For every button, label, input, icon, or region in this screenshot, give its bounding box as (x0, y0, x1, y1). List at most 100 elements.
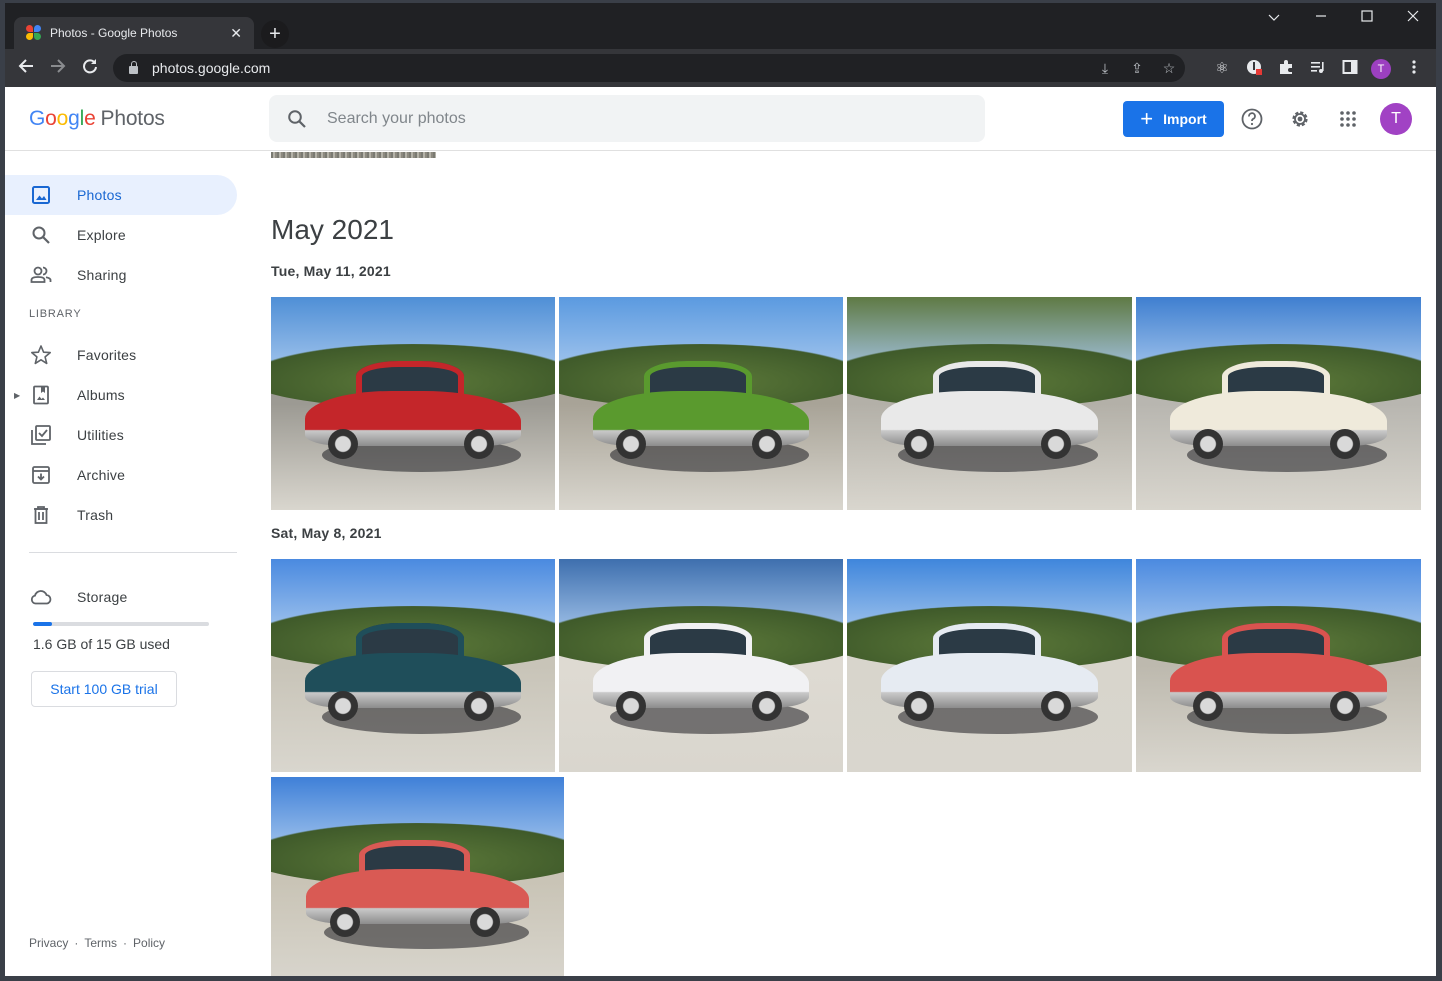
react-devtools-icon[interactable]: ⚛ (1212, 59, 1232, 77)
search-input[interactable] (327, 109, 927, 128)
tab-search-chevron-icon[interactable] (1259, 9, 1289, 25)
date-heading: Tue, May 11, 2021 (271, 263, 391, 279)
browser-menu-kebab-icon[interactable] (1404, 59, 1424, 79)
photo-thumbnail[interactable] (847, 297, 1132, 510)
sidebar-item-explore[interactable]: Explore (5, 215, 237, 255)
extensions-puzzle-icon[interactable] (1276, 59, 1296, 79)
logo-product-name: Photos (100, 107, 165, 130)
install-app-icon[interactable]: ⤓ (1089, 60, 1121, 77)
google-photos-logo[interactable]: Google Photos (29, 107, 165, 131)
photo-thumbnail[interactable] (271, 297, 555, 510)
photo-car-wheel (752, 691, 783, 722)
photo-thumbnail[interactable] (559, 559, 843, 772)
close-window-icon[interactable] (1398, 9, 1428, 25)
import-button[interactable]: + Import (1123, 101, 1224, 137)
photo-car-wheel (615, 691, 646, 722)
account-avatar[interactable]: T (1380, 103, 1412, 135)
photo-car-wheel (1040, 691, 1071, 722)
photo-thumbnail[interactable] (1136, 297, 1421, 510)
media-queue-icon[interactable] (1308, 59, 1328, 79)
new-tab-button[interactable]: + (261, 20, 289, 48)
sidebar-item-storage[interactable]: Storage (5, 577, 237, 617)
photo-thumbnail[interactable] (559, 297, 843, 510)
photo-car-wheel (1193, 691, 1223, 722)
sidebar-item-utilities[interactable]: Utilities (5, 415, 237, 455)
photo-car-wheel (1040, 429, 1071, 460)
sidebar-item-sharing[interactable]: Sharing (5, 255, 237, 295)
photo-thumbnail[interactable] (271, 777, 564, 976)
photo-thumbnail[interactable] (271, 559, 555, 772)
expand-caret-icon[interactable]: ▶ (14, 391, 20, 400)
previous-photo-partial[interactable] (271, 152, 436, 158)
bookmark-star-icon[interactable]: ☆ (1153, 60, 1185, 77)
trash-icon (29, 503, 53, 527)
storage-progress-bar (33, 622, 209, 626)
sidebar-item-archive[interactable]: Archive (5, 455, 237, 495)
import-label: Import (1163, 111, 1207, 127)
browser-titlebar: Photos - Google Photos ✕ + (5, 3, 1436, 49)
tab-title: Photos - Google Photos (50, 26, 178, 40)
photo-thumbnail[interactable] (1136, 559, 1421, 772)
date-heading: Sat, May 8, 2021 (271, 525, 382, 541)
photo-car-wheel (1193, 429, 1223, 460)
policy-link[interactable]: Policy (133, 936, 165, 950)
archive-icon (29, 463, 53, 487)
footer-links: Privacy · Terms · Policy (29, 936, 165, 950)
lock-icon (129, 61, 138, 74)
start-trial-button[interactable]: Start 100 GB trial (31, 671, 177, 707)
back-arrow-icon[interactable] (15, 57, 37, 79)
address-bar[interactable]: photos.google.com ⤓ ⇪ ☆ (113, 54, 1185, 82)
sidebar-item-albums[interactable]: ▶ Albums (5, 375, 237, 415)
blocked-extension-icon[interactable] (1244, 59, 1264, 79)
photo-car-wheel (329, 907, 360, 938)
google-photos-favicon-icon (26, 25, 42, 41)
browser-profile-avatar[interactable]: T (1371, 59, 1391, 79)
storage-used-text: 1.6 GB of 15 GB used (33, 636, 170, 652)
album-icon (29, 383, 53, 407)
photo-timeline: May 2021 Tue, May 11, 2021 Sat, May 8, 2… (271, 152, 1436, 976)
star-icon (29, 343, 53, 367)
forward-arrow-icon[interactable] (47, 57, 69, 79)
photo-car-wheel (752, 429, 783, 460)
search-icon (29, 223, 53, 247)
apps-grid-icon[interactable] (1336, 107, 1360, 131)
month-heading: May 2021 (271, 214, 394, 245)
reload-icon[interactable] (79, 57, 101, 79)
privacy-link[interactable]: Privacy (29, 936, 68, 950)
photo-car-wheel (464, 429, 495, 460)
footer-separator: · (123, 936, 128, 950)
browser-tab[interactable]: Photos - Google Photos ✕ (14, 17, 254, 49)
photo-thumbnail[interactable] (847, 559, 1132, 772)
sidebar: Photos Explore Sharing LIBRARY Favorites… (5, 151, 255, 976)
sidebar-item-trash[interactable]: Trash (5, 495, 237, 535)
search-icon[interactable] (287, 109, 307, 129)
utilities-icon (29, 423, 53, 447)
plus-icon: + (1140, 106, 1154, 131)
sidebar-item-favorites[interactable]: Favorites (5, 335, 237, 375)
minimize-icon[interactable] (1306, 9, 1336, 25)
library-heading: LIBRARY (29, 308, 82, 320)
url-text: photos.google.com (152, 60, 271, 76)
sidebar-item-photos[interactable]: Photos (5, 175, 237, 215)
help-icon[interactable] (1240, 107, 1264, 131)
terms-link[interactable]: Terms (84, 936, 117, 950)
photo-car-wheel (327, 429, 358, 460)
share-icon[interactable]: ⇪ (1121, 60, 1153, 77)
photo-car-wheel (904, 691, 934, 722)
photo-car-wheel (464, 691, 495, 722)
cloud-icon (29, 585, 53, 609)
people-icon (29, 263, 53, 287)
photo-car-wheel (1329, 429, 1360, 460)
photo-car-wheel (615, 429, 646, 460)
search-box[interactable] (269, 95, 985, 142)
footer-separator: · (74, 936, 79, 950)
photo-icon (29, 183, 53, 207)
photo-car-wheel (904, 429, 934, 460)
settings-gear-icon[interactable] (1288, 107, 1312, 131)
maximize-icon[interactable] (1352, 9, 1382, 25)
browser-toolbar: photos.google.com ⤓ ⇪ ☆ ⚛ T (5, 49, 1436, 87)
sidebar-divider (29, 552, 237, 553)
side-panel-icon[interactable] (1340, 59, 1360, 79)
photo-car-wheel (1329, 691, 1360, 722)
tab-close-icon[interactable]: ✕ (230, 25, 242, 42)
